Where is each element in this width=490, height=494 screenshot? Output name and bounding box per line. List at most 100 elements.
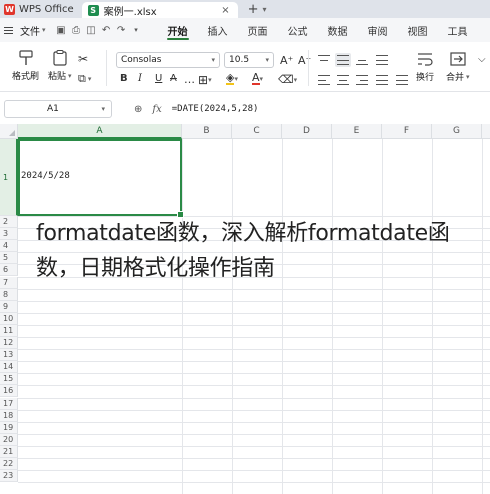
clear-format-icon[interactable]: ⌫ ▾ [278,73,297,86]
increase-font-icon[interactable]: A⁺ [280,54,293,67]
row-header-1[interactable]: 1 [0,139,18,216]
file-menu[interactable]: 文件 ▾ [20,23,46,38]
insert-function-icon[interactable]: fx [152,104,161,115]
row-header-3[interactable]: 3 [0,228,18,241]
row-header-22[interactable]: 22 [0,458,18,471]
strikethrough-icon[interactable]: A [170,73,177,84]
paste-icon [53,50,67,66]
bold-icon[interactable]: B [120,73,128,84]
tab-view[interactable]: 视图 [398,18,438,42]
copy-button[interactable]: ⧉ ▾ [78,72,91,86]
italic-icon[interactable]: I [138,73,142,84]
row-header-5[interactable]: 5 [0,252,18,265]
align-top-icon[interactable] [318,55,330,65]
wrap-text-button[interactable]: 换行 [416,51,434,83]
customize-chevron-icon[interactable]: ▾ [129,26,144,34]
align-right-icon[interactable] [356,75,368,85]
tab-insert[interactable]: 插入 [198,18,238,42]
row-header-23[interactable]: 23 [0,470,18,483]
row-header-19[interactable]: 19 [0,421,18,434]
align-center-icon[interactable] [337,75,349,85]
new-tab-icon[interactable]: + [238,0,263,18]
underline-icon[interactable]: U [155,73,162,84]
row-header-7[interactable]: 7 [0,276,18,289]
row-header-9[interactable]: 9 [0,300,18,313]
gridline [18,397,490,399]
column-header-e[interactable]: E [332,124,382,139]
merge-button[interactable]: 合并 ▾ [446,51,470,83]
merge-chevron-icon[interactable]: ▾ [466,73,470,81]
tab-page[interactable]: 页面 [238,18,278,42]
font-name-select[interactable]: Consolas ▾ [116,52,220,68]
row-header-20[interactable]: 20 [0,433,18,446]
gridline [18,385,490,387]
app-tab[interactable]: W WPS Office [0,0,82,18]
column-header-g[interactable]: G [432,124,482,139]
ribbon-more-icon[interactable]: ⌵ [478,54,486,65]
file-tab-name: 案例一.xlsx [103,6,157,18]
more-format-icon[interactable]: … [184,73,195,86]
font-size-select[interactable]: 10.5 ▾ [224,52,274,68]
row-header-11[interactable]: 11 [0,324,18,337]
file-tab[interactable]: S 案例一.xlsx × [81,2,238,18]
column-header-a[interactable]: A [18,124,182,139]
wrap-indent-icon[interactable] [376,55,388,65]
row-header-6[interactable]: 6 [0,264,18,277]
column-header-h[interactable] [482,124,490,139]
gridline [18,361,490,363]
borders-icon[interactable]: ⊞ ▾ [198,73,212,87]
column-header-f[interactable]: F [382,124,432,139]
column-header-c[interactable]: C [232,124,282,139]
row-header-12[interactable]: 12 [0,337,18,350]
tab-home[interactable]: 开始 [158,18,198,42]
row-header-13[interactable]: 13 [0,349,18,362]
row-header-8[interactable]: 8 [0,288,18,301]
tab-list-chevron-icon[interactable]: ▾ [263,0,267,18]
column-header-d[interactable]: D [282,124,332,139]
font-chevron-icon: ▾ [211,56,215,64]
row-header-10[interactable]: 10 [0,312,18,325]
tab-formula[interactable]: 公式 [278,18,318,42]
save-icon[interactable]: ▣ [54,25,69,36]
paste-chevron-icon[interactable]: ▾ [68,72,72,80]
align-bottom-icon[interactable] [356,55,368,65]
redo-icon[interactable]: ↷ [114,25,129,36]
worksheet-grid[interactable]: A B C D E F G 1 2 3 4 5 6 7 8 9 10 11 12 13 14 15 16 17… [0,124,490,494]
format-painter-button[interactable]: 格式刷 [12,50,39,82]
select-all-corner[interactable] [0,124,18,139]
font-color-icon[interactable]: A ▾ [252,72,263,85]
row-header-4[interactable]: 4 [0,240,18,253]
gridline [18,300,490,302]
decrease-font-icon[interactable]: A⁻ [298,54,311,67]
tab-tools[interactable]: 工具 [438,18,478,42]
align-left-icon[interactable] [318,75,330,85]
row-header-15[interactable]: 15 [0,373,18,386]
cell-a1-value[interactable]: 2024/5/28 [21,171,70,181]
row-header-21[interactable]: 21 [0,445,18,458]
row-header-2[interactable]: 2 [0,216,18,229]
justify-icon[interactable] [376,75,388,85]
wps-logo-icon: W [4,3,15,15]
print-icon[interactable]: ⎙ [69,25,84,36]
fill-color-icon[interactable]: ◈ ▾ [226,72,238,85]
size-chevron-icon: ▾ [265,56,269,64]
gridline [382,139,383,494]
tab-data[interactable]: 数据 [318,18,358,42]
column-header-b[interactable]: B [182,124,232,139]
preview-icon[interactable]: ◫ [84,25,99,36]
row-header-14[interactable]: 14 [0,361,18,374]
formula-input[interactable]: =DATE(2024,5,28) [172,104,259,114]
ribbon-tabs: 开始 插入 页面 公式 数据 审阅 视图 工具 [158,18,478,42]
row-header-16[interactable]: 16 [0,385,18,398]
zoom-lookup-icon[interactable]: ⊕ [134,104,142,115]
close-tab-icon[interactable]: × [221,5,229,16]
cut-button[interactable]: ✂ [78,52,88,66]
undo-icon[interactable]: ↶ [99,25,114,36]
menu-hamburger-icon[interactable] [4,26,18,34]
paste-button[interactable]: 粘贴 ▾ [48,50,72,82]
name-box[interactable]: A1 ▾ [4,100,112,118]
tab-review[interactable]: 审阅 [358,18,398,42]
row-header-17[interactable]: 17 [0,397,18,410]
row-header-18[interactable]: 18 [0,409,18,422]
distributed-icon[interactable] [396,75,408,85]
